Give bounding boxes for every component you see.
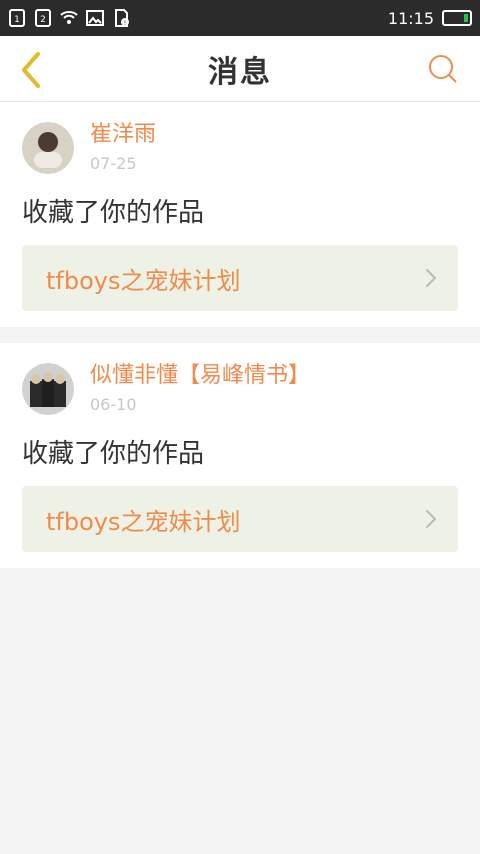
work-title: tfboys之宠妹计划 xyxy=(46,266,241,295)
svg-text:2: 2 xyxy=(40,15,46,25)
user-meta: 似懂非懂【易峰情书】 06-10 xyxy=(90,363,310,414)
sim-1-icon: 1 xyxy=(8,9,26,27)
user-meta: 崔洋雨 07-25 xyxy=(90,122,156,173)
top-bar: 消息 xyxy=(0,36,480,102)
user-row: 似懂非懂【易峰情书】 06-10 xyxy=(22,363,458,415)
chevron-right-icon xyxy=(424,509,438,529)
timestamp: 06-10 xyxy=(90,395,137,414)
sd-card-icon: ! xyxy=(112,9,130,27)
user-row: 崔洋雨 07-25 xyxy=(22,122,458,174)
message-list: 崔洋雨 07-25 收藏了你的作品 tfboys之宠妹计划 似懂非懂【易峰情书】… xyxy=(0,102,480,568)
sim-2-icon: 2 xyxy=(34,9,52,27)
clock-text: 11:15 xyxy=(387,8,434,28)
username[interactable]: 崔洋雨 xyxy=(90,122,156,148)
timestamp: 07-25 xyxy=(90,154,137,173)
page-title: 消息 xyxy=(208,54,272,90)
list-item: 似懂非懂【易峰情书】 06-10 收藏了你的作品 tfboys之宠妹计划 xyxy=(0,343,480,568)
svg-text:1: 1 xyxy=(14,15,20,25)
search-icon[interactable] xyxy=(426,52,460,86)
status-bar: 1 2 ! 11:15 xyxy=(0,0,480,36)
work-title: tfboys之宠妹计划 xyxy=(46,507,241,536)
status-icons-left: 1 2 ! xyxy=(8,9,130,27)
wifi-icon xyxy=(60,9,78,27)
work-link[interactable]: tfboys之宠妹计划 xyxy=(22,486,458,552)
action-text: 收藏了你的作品 xyxy=(22,439,205,469)
username[interactable]: 似懂非懂【易峰情书】 xyxy=(90,363,310,389)
action-text: 收藏了你的作品 xyxy=(22,198,205,228)
svg-text:!: ! xyxy=(124,20,126,27)
list-item: 崔洋雨 07-25 收藏了你的作品 tfboys之宠妹计划 xyxy=(0,102,480,327)
divider xyxy=(0,327,480,343)
work-link[interactable]: tfboys之宠妹计划 xyxy=(22,245,458,311)
battery-icon xyxy=(442,10,472,26)
status-icons-right: 11:15 xyxy=(388,9,472,28)
image-icon xyxy=(86,9,104,27)
chevron-left-icon[interactable] xyxy=(14,50,48,90)
chevron-right-icon xyxy=(424,268,438,288)
avatar[interactable] xyxy=(22,363,74,415)
avatar[interactable] xyxy=(22,122,74,174)
